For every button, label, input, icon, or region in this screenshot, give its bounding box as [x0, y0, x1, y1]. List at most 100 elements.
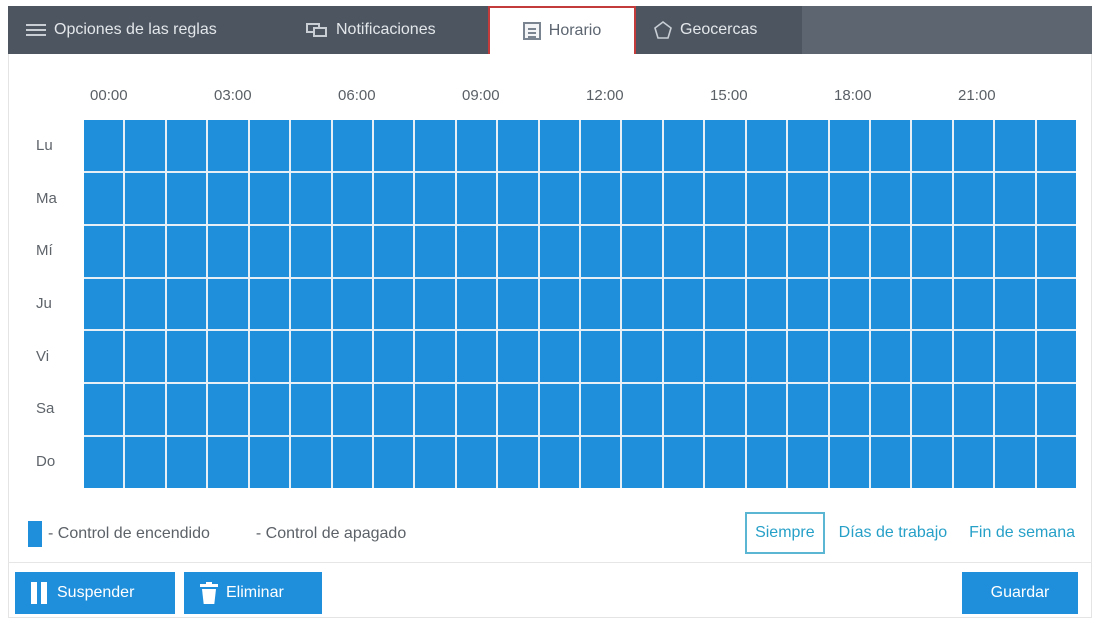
- schedule-cell[interactable]: [829, 331, 869, 383]
- schedule-cell[interactable]: [373, 437, 414, 488]
- schedule-cell[interactable]: [498, 331, 538, 383]
- schedule-cell[interactable]: [746, 331, 787, 383]
- schedule-cell[interactable]: [1036, 437, 1076, 488]
- schedule-cell[interactable]: [622, 120, 662, 171]
- schedule-cell[interactable]: [332, 437, 372, 488]
- schedule-cell[interactable]: [912, 384, 952, 436]
- schedule-cell[interactable]: [373, 384, 414, 436]
- schedule-cell[interactable]: [1036, 278, 1076, 330]
- tab-notifications[interactable]: Notificaciones: [292, 6, 488, 54]
- schedule-cell[interactable]: [208, 437, 248, 488]
- schedule-cell[interactable]: [332, 384, 372, 436]
- schedule-cell[interactable]: [166, 120, 207, 171]
- schedule-cell[interactable]: [581, 120, 621, 171]
- schedule-cell[interactable]: [208, 384, 248, 436]
- schedule-cell[interactable]: [705, 437, 745, 488]
- schedule-cell[interactable]: [415, 120, 455, 171]
- schedule-cell[interactable]: [953, 225, 994, 277]
- schedule-cell[interactable]: [870, 120, 911, 171]
- schedule-cell[interactable]: [291, 384, 331, 436]
- schedule-cell[interactable]: [912, 278, 952, 330]
- schedule-cell[interactable]: [705, 120, 745, 171]
- schedule-cell[interactable]: [249, 384, 290, 436]
- schedule-cell[interactable]: [498, 437, 538, 488]
- schedule-cell[interactable]: [249, 120, 290, 171]
- schedule-cell[interactable]: [870, 225, 911, 277]
- schedule-cell[interactable]: [249, 278, 290, 330]
- schedule-cell[interactable]: [249, 331, 290, 383]
- schedule-cell[interactable]: [456, 120, 497, 171]
- schedule-cell[interactable]: [166, 331, 207, 383]
- schedule-cell[interactable]: [663, 172, 704, 224]
- schedule-cell[interactable]: [705, 278, 745, 330]
- schedule-cell[interactable]: [84, 172, 124, 224]
- schedule-cell[interactable]: [953, 278, 994, 330]
- schedule-cell[interactable]: [84, 278, 124, 330]
- schedule-cell[interactable]: [332, 225, 372, 277]
- schedule-cell[interactable]: [829, 225, 869, 277]
- schedule-cell[interactable]: [705, 331, 745, 383]
- schedule-cell[interactable]: [539, 331, 579, 383]
- schedule-cell[interactable]: [870, 331, 911, 383]
- schedule-cell[interactable]: [332, 331, 372, 383]
- schedule-cell[interactable]: [498, 384, 538, 436]
- schedule-cell[interactable]: [912, 172, 952, 224]
- schedule-cell[interactable]: [953, 172, 994, 224]
- schedule-cell[interactable]: [125, 225, 165, 277]
- schedule-cell[interactable]: [539, 120, 579, 171]
- schedule-cell[interactable]: [663, 278, 704, 330]
- schedule-cell[interactable]: [746, 437, 787, 488]
- schedule-cell[interactable]: [829, 172, 869, 224]
- schedule-cell[interactable]: [912, 331, 952, 383]
- schedule-cell[interactable]: [125, 331, 165, 383]
- schedule-cell[interactable]: [373, 225, 414, 277]
- preset-workdays-link[interactable]: Días de trabajo: [831, 514, 956, 552]
- schedule-cell[interactable]: [622, 437, 662, 488]
- schedule-cell[interactable]: [84, 331, 124, 383]
- schedule-cell[interactable]: [415, 331, 455, 383]
- schedule-cell[interactable]: [1036, 384, 1076, 436]
- schedule-cell[interactable]: [456, 172, 497, 224]
- schedule-cell[interactable]: [84, 225, 124, 277]
- schedule-cell[interactable]: [829, 384, 869, 436]
- schedule-cell[interactable]: [995, 278, 1035, 330]
- delete-button[interactable]: Eliminar: [184, 572, 322, 614]
- schedule-cell[interactable]: [166, 172, 207, 224]
- schedule-cell[interactable]: [746, 120, 787, 171]
- schedule-cell[interactable]: [746, 278, 787, 330]
- schedule-cell[interactable]: [995, 331, 1035, 383]
- schedule-cell[interactable]: [995, 437, 1035, 488]
- schedule-cell[interactable]: [953, 331, 994, 383]
- schedule-grid[interactable]: [84, 120, 1076, 488]
- schedule-cell[interactable]: [663, 384, 704, 436]
- schedule-cell[interactable]: [208, 225, 248, 277]
- schedule-cell[interactable]: [456, 225, 497, 277]
- schedule-cell[interactable]: [291, 225, 331, 277]
- schedule-cell[interactable]: [581, 437, 621, 488]
- schedule-cell[interactable]: [788, 384, 828, 436]
- schedule-cell[interactable]: [166, 225, 207, 277]
- schedule-cell[interactable]: [125, 384, 165, 436]
- schedule-cell[interactable]: [208, 331, 248, 383]
- schedule-cell[interactable]: [456, 278, 497, 330]
- schedule-cell[interactable]: [332, 172, 372, 224]
- schedule-cell[interactable]: [912, 437, 952, 488]
- schedule-cell[interactable]: [622, 225, 662, 277]
- schedule-cell[interactable]: [746, 172, 787, 224]
- schedule-cell[interactable]: [125, 172, 165, 224]
- schedule-cell[interactable]: [332, 278, 372, 330]
- schedule-cell[interactable]: [788, 437, 828, 488]
- suspend-button[interactable]: Suspender: [15, 572, 175, 614]
- schedule-cell[interactable]: [249, 437, 290, 488]
- schedule-cell[interactable]: [249, 225, 290, 277]
- schedule-cell[interactable]: [415, 172, 455, 224]
- schedule-cell[interactable]: [456, 384, 497, 436]
- schedule-cell[interactable]: [581, 172, 621, 224]
- schedule-cell[interactable]: [539, 225, 579, 277]
- schedule-cell[interactable]: [788, 172, 828, 224]
- schedule-cell[interactable]: [581, 278, 621, 330]
- schedule-cell[interactable]: [705, 225, 745, 277]
- schedule-cell[interactable]: [291, 278, 331, 330]
- schedule-cell[interactable]: [663, 120, 704, 171]
- tab-rule-options[interactable]: Opciones de las reglas: [8, 6, 292, 54]
